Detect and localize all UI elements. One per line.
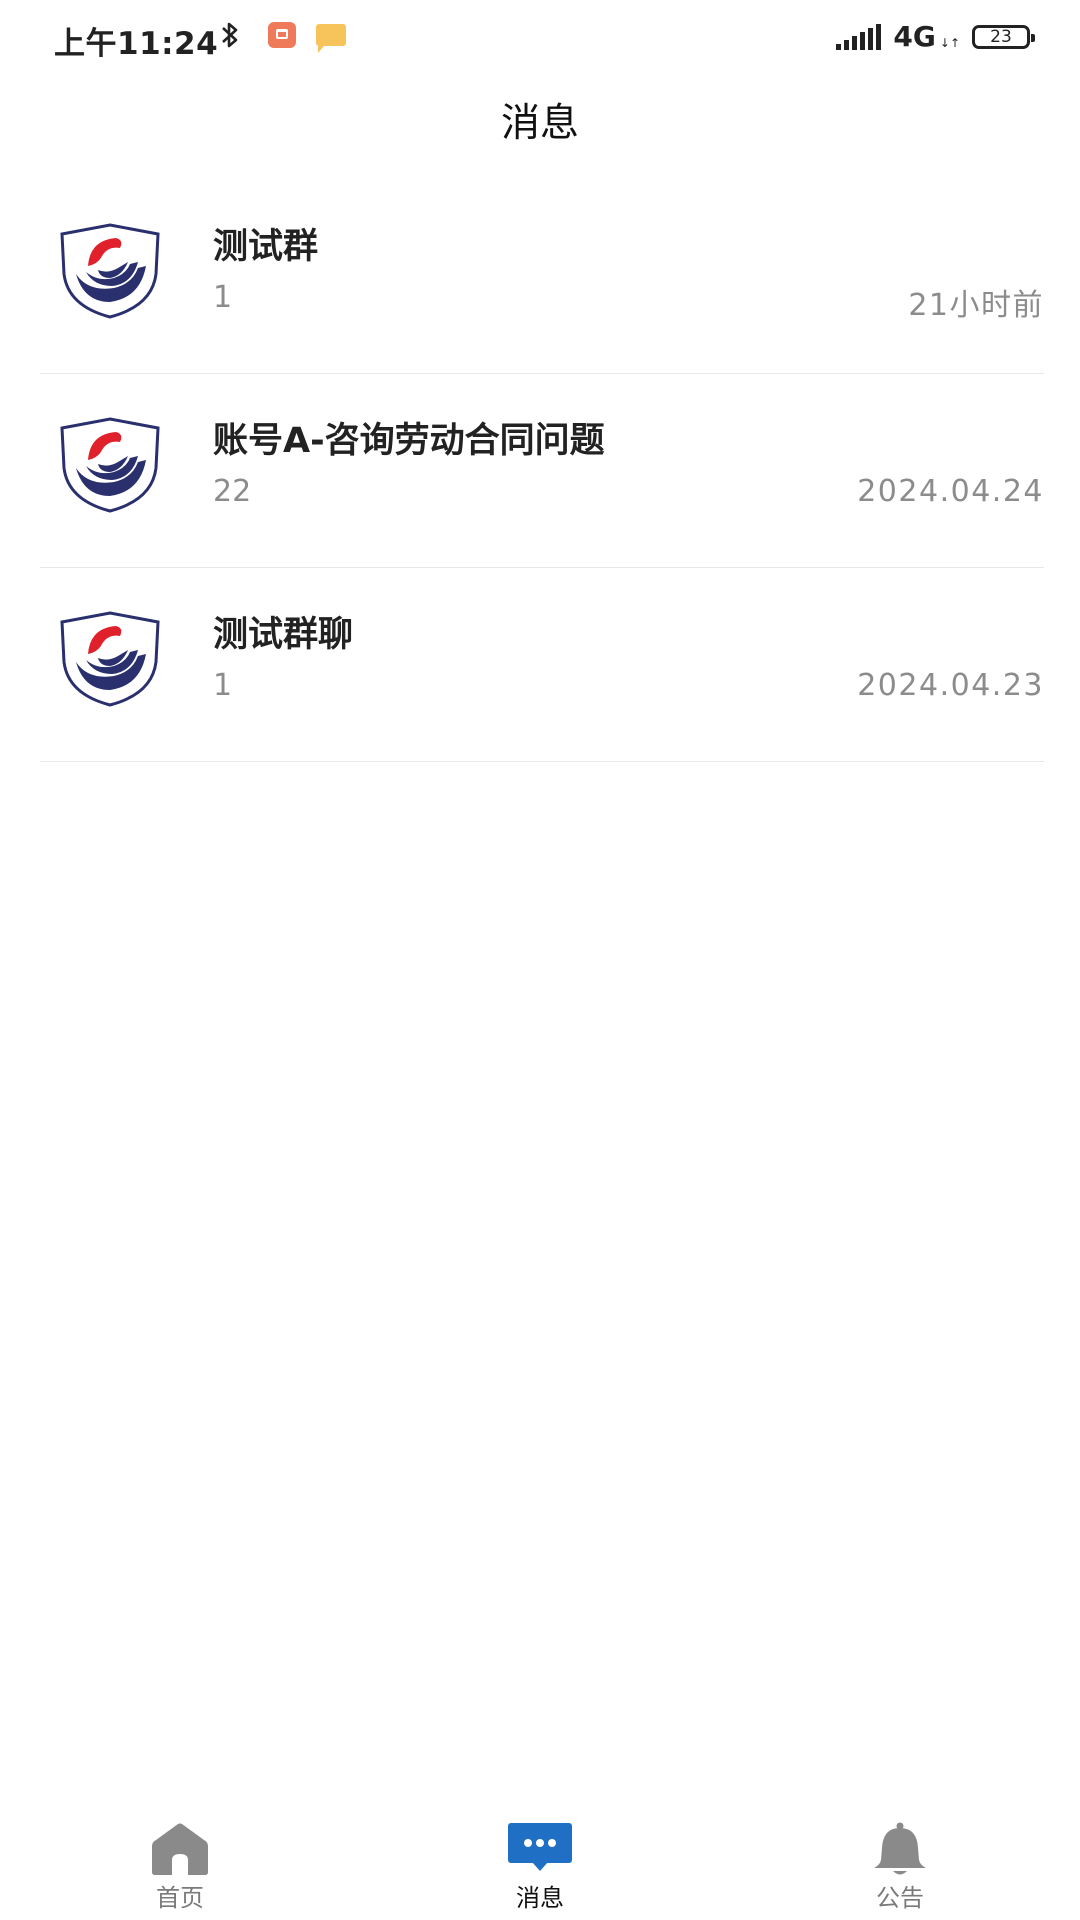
battery-level: 23 (990, 26, 1012, 47)
chat-bubble-icon (508, 1823, 572, 1871)
tab-label: 消息 (516, 1884, 564, 1912)
conversation-preview: 1 (213, 280, 233, 315)
message-notification-icon (316, 24, 346, 53)
conversation-time: 2024.04.24 (857, 474, 1044, 509)
group-logo-avatar (60, 417, 160, 513)
status-bar: 上午11:24 4G ↓↑ 23 (0, 0, 1080, 76)
status-right: 4G ↓↑ 23 (836, 20, 1035, 53)
page-title: 消息 (500, 101, 579, 146)
battery-icon: 23 (972, 24, 1035, 49)
group-logo-avatar (60, 223, 160, 319)
status-notification-icons (218, 20, 346, 53)
tab-messages[interactable]: 消息 (360, 1800, 720, 1920)
tab-label: 公告 (876, 1884, 924, 1912)
conversation-title: 测试群聊 (213, 615, 354, 655)
tab-announcements[interactable]: 公告 (720, 1800, 1080, 1920)
network-type: 4G (893, 20, 936, 53)
conversation-preview: 22 (213, 474, 252, 509)
home-icon (152, 1823, 208, 1875)
conversation-item[interactable]: 测试群 1 21小时前 (40, 180, 1044, 374)
conversation-time: 2024.04.23 (857, 668, 1044, 703)
message-list: 测试群 1 21小时前 账号A-咨询劳动合同问题 22 2024.04.24 测… (40, 180, 1044, 762)
group-logo-avatar (60, 611, 160, 707)
conversation-title: 账号A-咨询劳动合同问题 (213, 421, 605, 461)
conversation-item[interactable]: 测试群聊 1 2024.04.23 (40, 568, 1044, 762)
app-screen: 上午11:24 4G ↓↑ 23 消息 测试群 1 21小时前 账号A-咨询劳动… (0, 0, 1080, 1920)
conversation-time: 21小时前 (908, 288, 1044, 323)
tab-label: 首页 (156, 1884, 204, 1912)
conversation-title: 测试群 (213, 227, 319, 267)
signal-icon (836, 23, 882, 50)
network-activity-icon: ↓↑ (939, 35, 960, 50)
conversation-item[interactable]: 账号A-咨询劳动合同问题 22 2024.04.24 (40, 374, 1044, 568)
tab-home[interactable]: 首页 (0, 1800, 360, 1920)
bell-icon (874, 1822, 926, 1875)
status-time: 上午11:24 (54, 26, 219, 62)
conversation-preview: 1 (213, 668, 233, 703)
bottom-tab-bar: 首页 消息 公告 (0, 1800, 1080, 1920)
bluetooth-icon (218, 20, 248, 50)
app-notification-icon (268, 22, 296, 48)
